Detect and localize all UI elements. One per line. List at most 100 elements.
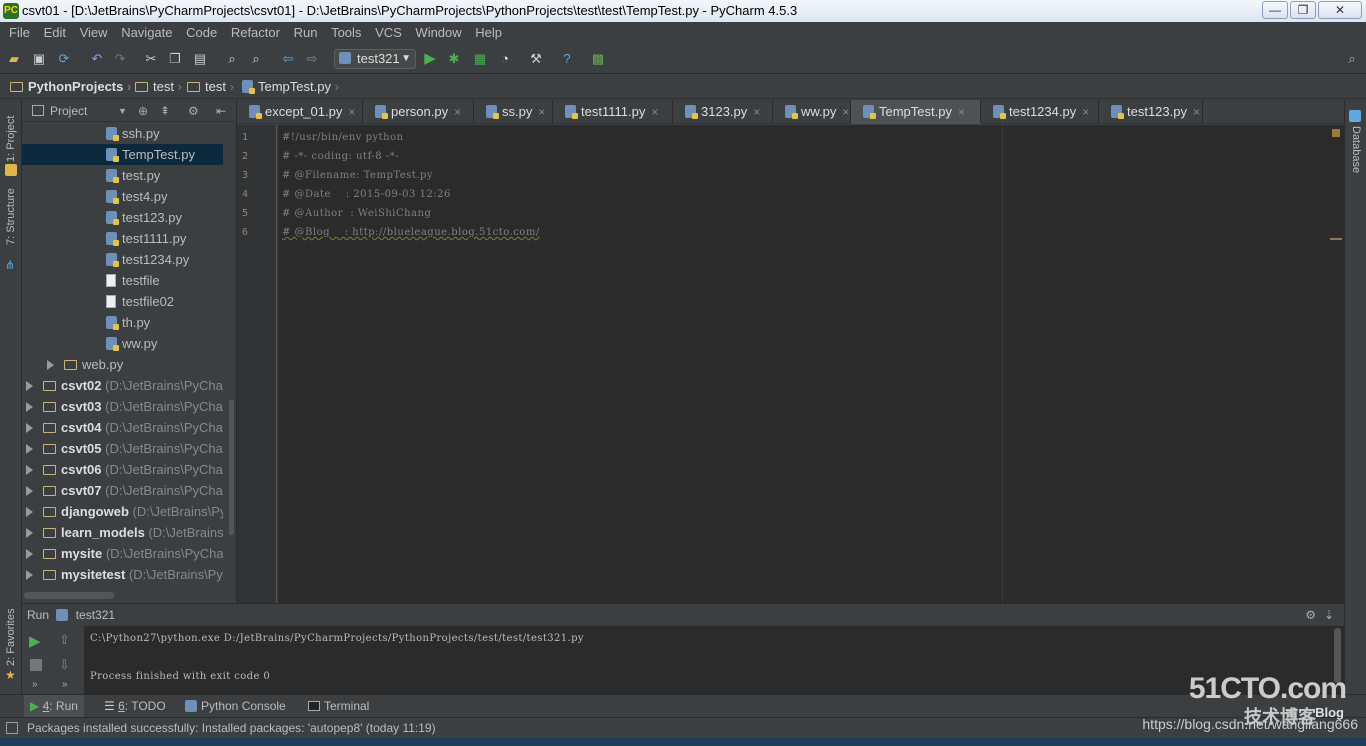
tree-horizontal-scrollbar[interactable] — [24, 592, 114, 599]
close-icon[interactable]: × — [842, 105, 849, 119]
debug-icon[interactable]: ✱ — [445, 51, 463, 67]
python-console-icon[interactable]: ▩ — [589, 51, 607, 67]
menu-navigate[interactable]: Navigate — [116, 22, 177, 44]
menu-window[interactable]: Window — [410, 22, 466, 44]
chevron-down-icon[interactable]: ▼ — [118, 100, 127, 122]
expand-arrow-icon[interactable] — [26, 486, 33, 496]
status-message[interactable]: Packages installed successfully: Install… — [27, 721, 436, 735]
tree-item[interactable]: csvt06 (D:\JetBrains\PyChar — [22, 459, 223, 480]
expand-arrow-icon[interactable] — [26, 528, 33, 538]
tree-item[interactable]: test4.py — [22, 186, 223, 207]
tree-item[interactable]: ww.py — [22, 333, 223, 354]
tree-item[interactable]: th.py — [22, 312, 223, 333]
error-stripe-marker[interactable] — [1330, 238, 1342, 240]
editor-tab[interactable]: TempTest.py × — [851, 100, 981, 124]
more-actions-icon[interactable]: » — [62, 679, 68, 690]
sync-icon[interactable]: ⟳ — [55, 51, 73, 67]
close-window-button[interactable]: ✕ — [1318, 1, 1362, 19]
tab-run[interactable]: ▶ 4: Run — [24, 695, 84, 718]
tree-item[interactable]: csvt02 (D:\JetBrains\PyChar — [22, 375, 223, 396]
gear-icon[interactable]: ⚙ — [1305, 604, 1316, 626]
editor-tab[interactable]: ss.py × — [474, 100, 553, 124]
tree-item[interactable]: learn_models (D:\JetBrains' — [22, 522, 223, 543]
redo-icon[interactable]: ↷ — [111, 51, 129, 67]
editor-tab[interactable]: except_01.py × — [237, 100, 363, 124]
menu-edit[interactable]: Edit — [39, 22, 71, 44]
help-icon[interactable]: ? — [558, 51, 576, 67]
tab-python-console[interactable]: Python Console — [185, 695, 286, 718]
breadcrumb-item[interactable]: TempTest.py › — [242, 75, 339, 99]
tree-item[interactable]: TempTest.py — [22, 144, 223, 165]
menu-view[interactable]: View — [75, 22, 113, 44]
menu-file[interactable]: File — [4, 22, 35, 44]
expand-arrow-icon[interactable] — [26, 444, 33, 454]
breadcrumb-item[interactable]: test › — [135, 75, 182, 99]
minimize-button[interactable]: — — [1262, 1, 1288, 19]
expand-arrow-icon[interactable] — [26, 570, 33, 580]
tree-vertical-scrollbar[interactable] — [229, 400, 234, 535]
hide-panel-icon[interactable]: ⇤ — [216, 100, 226, 122]
expand-arrow-icon[interactable] — [47, 360, 54, 370]
menu-run[interactable]: Run — [289, 22, 323, 44]
settings-icon[interactable]: ⚒ — [527, 51, 545, 67]
hide-panel-icon[interactable]: ⇣ — [1324, 604, 1334, 626]
tree-item[interactable]: test.py — [22, 165, 223, 186]
expand-arrow-icon[interactable] — [26, 549, 33, 559]
back-icon[interactable]: ⇦ — [279, 51, 297, 67]
menu-help[interactable]: Help — [470, 22, 507, 44]
editor-tab[interactable]: person.py × — [363, 100, 474, 124]
tree-item[interactable]: mysitetest (D:\JetBrains\Py — [22, 564, 223, 585]
editor-tab[interactable]: test1234.py × — [981, 100, 1099, 124]
tree-item[interactable]: test123.py — [22, 207, 223, 228]
expand-arrow-icon[interactable] — [26, 465, 33, 475]
replace-icon[interactable]: ⌕ — [247, 51, 265, 67]
more-actions-icon[interactable]: » — [32, 679, 38, 690]
tree-item[interactable]: testfile — [22, 270, 223, 291]
open-folder-icon[interactable]: ▰ — [5, 51, 23, 67]
tab-todo[interactable]: ☰ 6: TODO — [104, 695, 166, 718]
expand-arrow-icon[interactable] — [26, 381, 33, 391]
cut-icon[interactable]: ✂ — [142, 51, 160, 67]
search-everywhere-icon[interactable]: ⌕ — [1343, 51, 1361, 67]
tree-item[interactable]: csvt07 (D:\JetBrains\PyChar — [22, 480, 223, 501]
tree-item[interactable]: ssh.py — [22, 123, 223, 144]
tool-tab-database[interactable]: Database — [1350, 126, 1362, 173]
editor-tab[interactable]: ww.py × — [773, 100, 851, 124]
run-icon[interactable]: ▶ — [421, 51, 439, 67]
close-icon[interactable]: × — [1193, 105, 1200, 119]
menu-vcs[interactable]: VCS — [370, 22, 407, 44]
project-panel-title[interactable]: Project — [50, 104, 87, 118]
copy-icon[interactable]: ❐ — [166, 51, 184, 67]
menu-refactor[interactable]: Refactor — [226, 22, 285, 44]
scroll-down-icon[interactable]: ⇩ — [59, 657, 70, 673]
tab-terminal[interactable]: Terminal — [308, 695, 369, 718]
close-icon[interactable]: × — [454, 105, 461, 119]
scroll-up-icon[interactable]: ⇧ — [59, 632, 70, 648]
paste-icon[interactable]: ▤ — [191, 51, 209, 67]
rerun-icon[interactable]: ▶ — [29, 632, 41, 650]
stop-icon[interactable] — [30, 659, 42, 671]
undo-icon[interactable]: ↶ — [88, 51, 106, 67]
find-icon[interactable]: ⌕ — [223, 51, 241, 67]
close-icon[interactable]: × — [651, 105, 658, 119]
scroll-from-source-icon[interactable]: ⊕ — [138, 100, 148, 122]
tree-item[interactable]: web.py — [22, 354, 223, 375]
profile-icon[interactable]: ◔ — [496, 51, 514, 67]
inspection-status-icon[interactable] — [1332, 129, 1340, 137]
close-icon[interactable]: × — [1082, 105, 1089, 119]
gear-icon[interactable]: ⚙ — [188, 100, 199, 122]
expand-arrow-icon[interactable] — [26, 507, 33, 517]
tree-item[interactable]: test1234.py — [22, 249, 223, 270]
code-editor[interactable]: #!/usr/bin/env python # -*- coding: utf-8… — [278, 125, 1344, 603]
save-icon[interactable]: ▣ — [30, 51, 48, 67]
menu-code[interactable]: Code — [181, 22, 222, 44]
close-icon[interactable]: × — [538, 105, 545, 119]
tree-item[interactable]: testfile02 — [22, 291, 223, 312]
close-icon[interactable]: × — [753, 105, 760, 119]
close-icon[interactable]: × — [348, 105, 355, 119]
expand-arrow-icon[interactable] — [26, 402, 33, 412]
tool-windows-icon[interactable] — [6, 722, 18, 734]
tree-item[interactable]: csvt03 (D:\JetBrains\PyChar — [22, 396, 223, 417]
tree-item[interactable]: djangoweb (D:\JetBrains\Py — [22, 501, 223, 522]
run-config-dropdown[interactable]: test321 ▼ — [334, 49, 416, 69]
